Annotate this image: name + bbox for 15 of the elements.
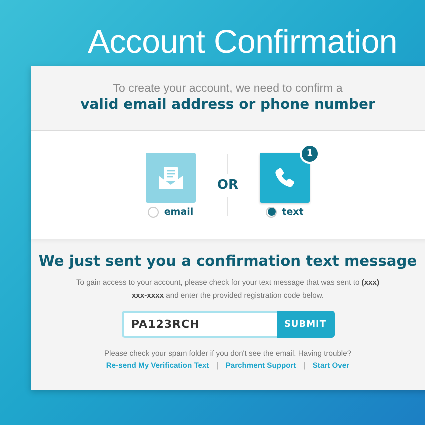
- submit-button[interactable]: SUBMIT: [276, 311, 334, 338]
- email-option[interactable]: email: [146, 152, 196, 218]
- phone-icon: [273, 166, 297, 190]
- option-label: email: [164, 206, 194, 218]
- count-badge: 1: [300, 144, 320, 164]
- radio-button[interactable]: [266, 206, 278, 218]
- intro-text: To create your account, we need to confirm a: [113, 83, 343, 95]
- code-field[interactable]: PA123RCH: [122, 311, 276, 338]
- option-label: text: [282, 206, 304, 218]
- intro-heading: valid email address or phone number: [80, 97, 376, 113]
- page-title: Account Confirmation: [88, 22, 398, 62]
- message-heading: We just sent you a confirmation text message: [38, 253, 418, 270]
- radio-button[interactable]: [148, 206, 160, 218]
- envelope-icon: [158, 166, 184, 190]
- or-label: OR: [217, 174, 239, 196]
